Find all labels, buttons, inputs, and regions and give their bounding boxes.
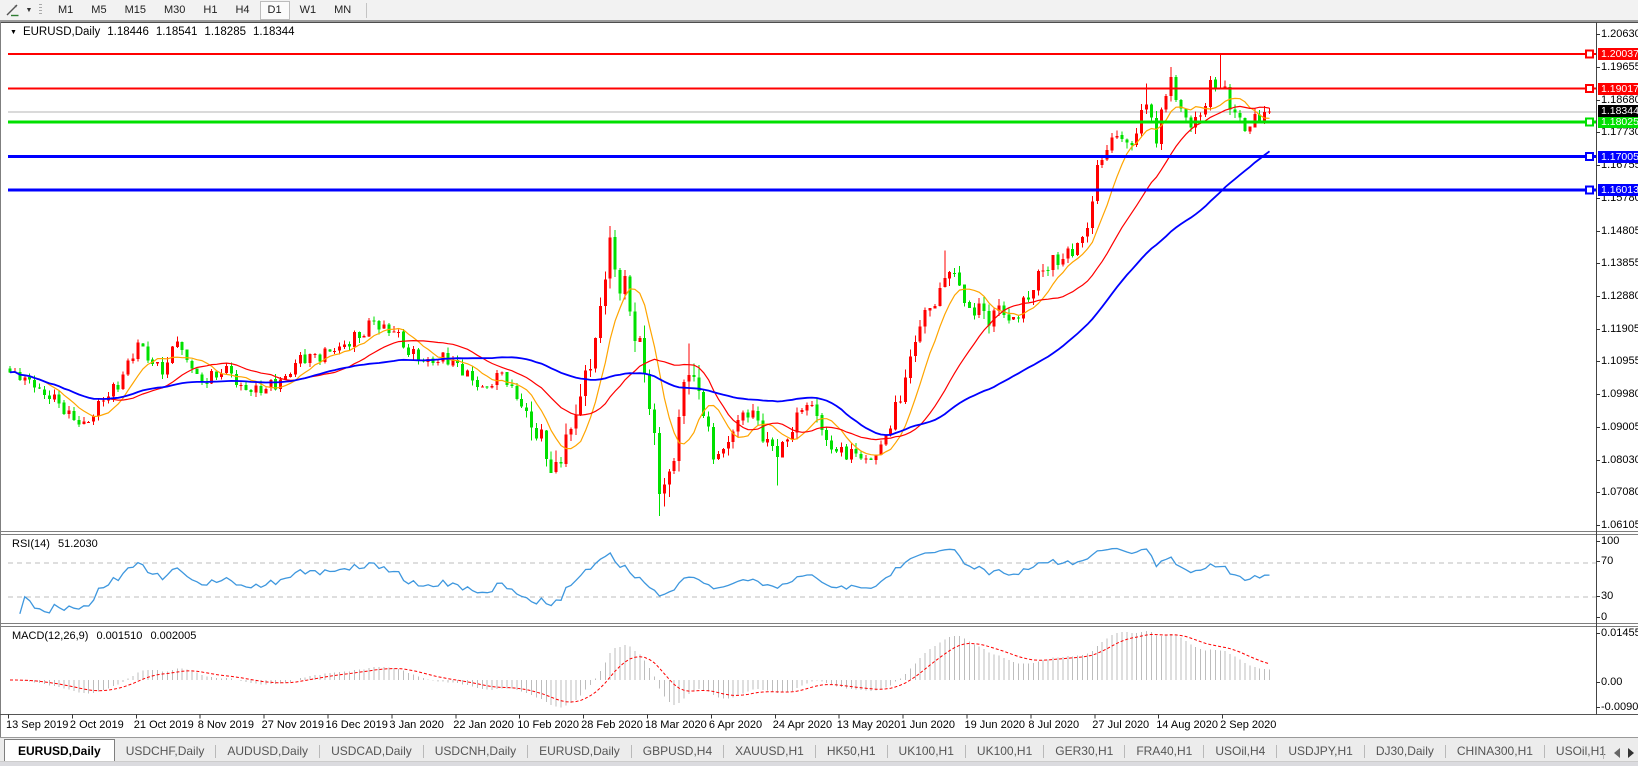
tabbar-bottom-strip (0, 761, 1638, 766)
symbol-tab-usdcnh-daily[interactable]: USDCNH,Daily (424, 740, 527, 762)
date-tick-label: 21 Oct 2019 (134, 719, 194, 731)
date-tick-label: 27 Jul 2020 (1092, 719, 1149, 731)
ohlc-low: 1.18285 (204, 26, 246, 38)
date-tick-label: 6 Apr 2020 (709, 719, 762, 731)
rsi-axis-label: 30 (1601, 591, 1613, 602)
macd-axis-label: -0.009001 (1601, 702, 1638, 713)
price-tick-label: 1.11905 (1601, 324, 1638, 335)
hline-price-badge: 1.20037 (1598, 48, 1638, 60)
price-tick-label: 1.13855 (1601, 258, 1638, 269)
rsi-label: RSI(14) 51.2030 (12, 538, 98, 550)
date-tick-label: 16 Dec 2019 (326, 719, 388, 731)
mt4-terminal: ▼ M1M5M15M30H1H4D1W1MN ▼ EURUSD,Daily 1.… (0, 0, 1638, 766)
hline-price-badge: 1.18025 (1598, 116, 1638, 128)
date-tick-label: 28 Feb 2020 (581, 719, 643, 731)
current-price-badge: 1.18344 (1598, 105, 1638, 117)
price-tick-label: 1.20630 (1601, 29, 1638, 40)
symbol-tab-usoil-h4[interactable]: USOil,H4 (1204, 740, 1276, 762)
price-tick-label: 1.19655 (1601, 62, 1638, 73)
price-tick-label: 1.07080 (1601, 487, 1638, 498)
symbol-tab-audusd-daily[interactable]: AUDUSD,Daily (216, 740, 319, 762)
chart-title: ▼ EURUSD,Daily 1.18446 1.18541 1.18285 1… (10, 26, 302, 38)
hline-price-badge: 1.16013 (1598, 184, 1638, 196)
price-tick-label: 1.10955 (1601, 356, 1638, 367)
ohlc-high: 1.18541 (156, 26, 198, 38)
date-tick-label: 18 Mar 2020 (645, 719, 707, 731)
chart-tabbar: EURUSD,DailyUSDCHF,DailyAUDUSD,DailyUSDC… (0, 737, 1638, 766)
date-tick-label: 3 Jan 2020 (389, 719, 443, 731)
symbol-tab-eurusd-daily[interactable]: EURUSD,Daily (528, 740, 631, 762)
price-tick-label: 1.06105 (1601, 520, 1638, 531)
price-tick-label: 1.17730 (1601, 127, 1638, 138)
date-tick-label: 2 Sep 2020 (1220, 719, 1276, 731)
hline-price-badge: 1.19017 (1598, 83, 1638, 95)
macd-value-signal: 0.002005 (150, 630, 196, 642)
macd-label: MACD(12,26,9) 0.001510 0.002005 (12, 630, 196, 642)
symbol-tab-xauusd-h1[interactable]: XAUUSD,H1 (724, 740, 815, 762)
date-tick-label: 8 Jul 2020 (1028, 719, 1079, 731)
date-tick-label: 1 Jun 2020 (901, 719, 955, 731)
hline-price-badge: 1.17005 (1598, 151, 1638, 163)
chart-canvas[interactable] (0, 0, 1638, 766)
price-tick-label: 1.09980 (1601, 389, 1638, 400)
rsi-name: RSI(14) (12, 538, 50, 550)
date-tick-label: 8 Nov 2019 (198, 719, 254, 731)
symbol-tab-uk100-h1[interactable]: UK100,H1 (888, 740, 965, 762)
chart-symbol-period: EURUSD,Daily (23, 26, 100, 38)
date-tick-label: 14 Aug 2020 (1156, 719, 1218, 731)
date-tick-label: 2 Oct 2019 (70, 719, 124, 731)
macd-value-main: 0.001510 (96, 630, 142, 642)
symbol-tab-dj30-daily[interactable]: DJ30,Daily (1365, 740, 1445, 762)
symbol-tab-hk50-h1[interactable]: HK50,H1 (816, 740, 887, 762)
symbol-tab-usdcad-daily[interactable]: USDCAD,Daily (320, 740, 423, 762)
symbol-tab-eurusd-daily[interactable]: EURUSD,Daily (4, 739, 115, 763)
date-tick-label: 10 Feb 2020 (517, 719, 579, 731)
symbol-tab-usdjpy-h1[interactable]: USDJPY,H1 (1277, 740, 1363, 762)
price-tick-label: 1.09005 (1601, 422, 1638, 433)
chart-title-caret-icon[interactable]: ▼ (10, 29, 17, 36)
rsi-axis-label: 70 (1601, 556, 1613, 567)
price-tick-label: 1.18680 (1601, 95, 1638, 106)
tab-scroll-right-icon[interactable] (1628, 748, 1634, 758)
rsi-axis-label: 100 (1601, 536, 1619, 547)
date-tick-label: 13 Sep 2019 (6, 719, 68, 731)
symbol-tab-fra40-h1[interactable]: FRA40,H1 (1125, 740, 1203, 762)
rsi-axis-label: 0 (1601, 612, 1607, 623)
date-tick-label: 13 May 2020 (837, 719, 901, 731)
rsi-value: 51.2030 (58, 538, 98, 550)
tab-scroll-left-icon[interactable] (1614, 748, 1620, 758)
macd-axis-label: 0.014556 (1601, 628, 1638, 639)
price-tick-label: 1.14805 (1601, 226, 1638, 237)
date-tick-label: 27 Nov 2019 (262, 719, 324, 731)
symbol-tab-gbpusd-h4[interactable]: GBPUSD,H4 (632, 740, 723, 762)
tab-separator (1603, 746, 1604, 759)
date-tick-label: 22 Jan 2020 (453, 719, 514, 731)
symbol-tab-usdchf-daily[interactable]: USDCHF,Daily (115, 740, 216, 762)
price-tick-label: 1.12880 (1601, 291, 1638, 302)
date-tick-label: 24 Apr 2020 (773, 719, 832, 731)
symbol-tab-ger30-h1[interactable]: GER30,H1 (1044, 740, 1124, 762)
ohlc-close: 1.18344 (253, 26, 295, 38)
symbol-tab-china300-h1[interactable]: CHINA300,H1 (1446, 740, 1544, 762)
macd-axis-label: 0.00 (1601, 677, 1622, 688)
price-tick-label: 1.08030 (1601, 455, 1638, 466)
macd-name: MACD(12,26,9) (12, 630, 88, 642)
ohlc-open: 1.18446 (107, 26, 149, 38)
symbol-tab-uk100-h1[interactable]: UK100,H1 (966, 740, 1043, 762)
date-tick-label: 19 Jun 2020 (965, 719, 1026, 731)
